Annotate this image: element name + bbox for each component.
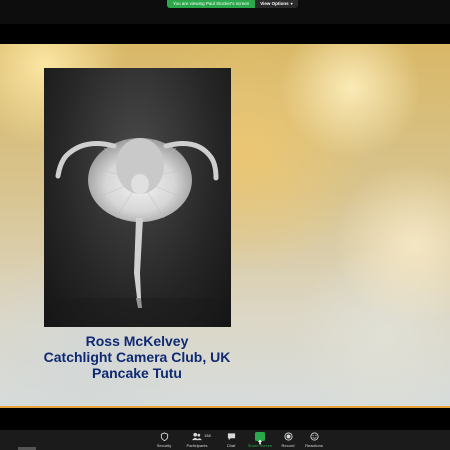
bottom-letterbox <box>0 408 450 430</box>
photographer-name: Ross McKelvey <box>85 333 189 349</box>
record-icon <box>283 432 293 441</box>
view-options-button[interactable]: View Options ▾ <box>255 0 298 8</box>
reactions-label: Reactions <box>305 443 323 448</box>
shared-screen: Ross McKelvey Catchlight Camera Club, UK… <box>0 44 450 408</box>
view-options-label: View Options <box>260 1 289 6</box>
reactions-button[interactable]: Reactions <box>296 432 332 448</box>
reactions-icon <box>309 432 319 441</box>
participants-button[interactable]: 158 Participants <box>179 432 215 448</box>
club-name: Catchlight Camera Club, UK <box>43 349 231 365</box>
chat-icon <box>227 433 235 441</box>
chevron-down-icon: ▾ <box>290 1 293 6</box>
security-label: Security <box>156 443 172 448</box>
participants-icon <box>192 432 202 441</box>
top-bar: You are viewing Paul Stocker's screen Vi… <box>0 0 450 24</box>
participants-label: Participants <box>186 443 208 448</box>
slide-caption: Ross McKelvey Catchlight Camera Club, UK… <box>0 333 274 381</box>
meeting-toolbar: Security 158 Participants Chat Share Scr… <box>0 430 450 450</box>
viewing-text: You are viewing Paul Stocker's screen <box>167 0 256 8</box>
top-letterbox <box>0 24 450 44</box>
photo-title: Pancake Tutu <box>92 365 182 381</box>
shield-icon <box>160 432 168 441</box>
viewing-banner: You are viewing Paul Stocker's screen Vi… <box>167 0 298 8</box>
ballerina-illustration <box>44 138 231 327</box>
share-screen-icon <box>255 432 265 445</box>
participant-count: 158 <box>204 433 211 438</box>
security-button[interactable]: Security <box>146 432 182 448</box>
zoom-window: You are viewing Paul Stocker's screen Vi… <box>0 0 450 450</box>
ballerina-photo <box>44 68 231 327</box>
